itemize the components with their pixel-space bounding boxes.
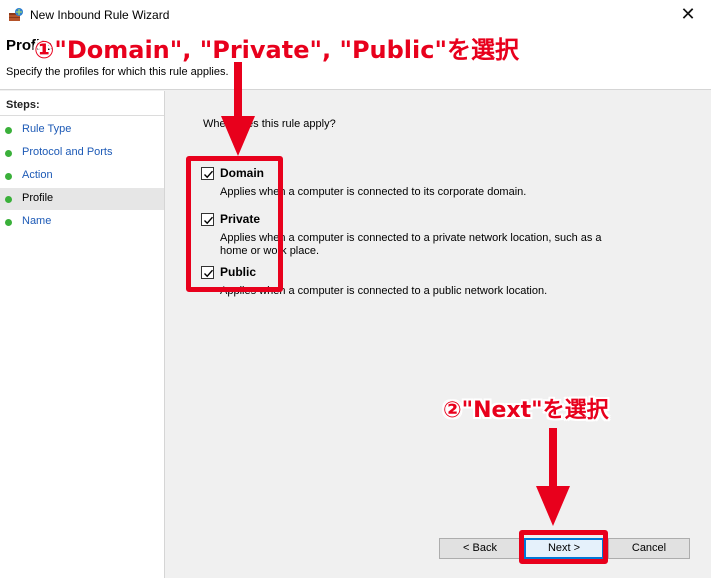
step-status-icon bbox=[5, 150, 12, 157]
arrow-down-icon bbox=[536, 428, 570, 526]
firewall-app-icon bbox=[9, 8, 23, 21]
window-title: New Inbound Rule Wizard bbox=[30, 8, 170, 22]
close-icon: ✕ bbox=[680, 4, 696, 25]
annotation-step-2: ②"Next"を選択 bbox=[443, 398, 609, 423]
step-rule-type[interactable]: Rule Type bbox=[0, 119, 164, 141]
step-label: Rule Type bbox=[22, 123, 72, 135]
next-highlight-box bbox=[519, 530, 608, 564]
step-label: Action bbox=[22, 169, 53, 181]
annotation-step-1: ①"Domain", "Private", "Public"を選択 bbox=[34, 36, 519, 64]
title-bar: New Inbound Rule Wizard ✕ bbox=[0, 0, 711, 30]
step-status-icon bbox=[5, 219, 12, 226]
domain-description: Applies when a computer is connected to … bbox=[220, 186, 527, 198]
step-name[interactable]: Name bbox=[0, 211, 164, 233]
step-status-icon bbox=[5, 196, 12, 203]
page-description: Specify the profiles for which this rule… bbox=[6, 66, 229, 78]
steps-heading: Steps: bbox=[6, 99, 40, 111]
steps-panel: Steps: Rule Type Protocol and Ports Acti… bbox=[0, 91, 165, 578]
steps-divider bbox=[0, 115, 164, 116]
step-profile[interactable]: Profile bbox=[0, 188, 164, 210]
step-label: Profile bbox=[22, 192, 54, 204]
step-action[interactable]: Action bbox=[0, 165, 164, 187]
step-label: Name bbox=[22, 215, 52, 227]
checkbox-highlight-box bbox=[186, 156, 283, 292]
public-description: Applies when a computer is connected to … bbox=[220, 285, 548, 297]
wizard-window: New Inbound Rule Wizard ✕ Profile Specif… bbox=[0, 0, 711, 578]
close-button[interactable]: ✕ bbox=[665, 0, 711, 30]
back-button[interactable]: < Back bbox=[439, 538, 521, 559]
step-status-icon bbox=[5, 173, 12, 180]
step-protocol-and-ports[interactable]: Protocol and Ports bbox=[0, 142, 164, 164]
step-status-icon bbox=[5, 127, 12, 134]
step-label: Protocol and Ports bbox=[22, 146, 113, 158]
arrow-down-icon bbox=[221, 62, 255, 156]
cancel-button[interactable]: Cancel bbox=[608, 538, 690, 559]
